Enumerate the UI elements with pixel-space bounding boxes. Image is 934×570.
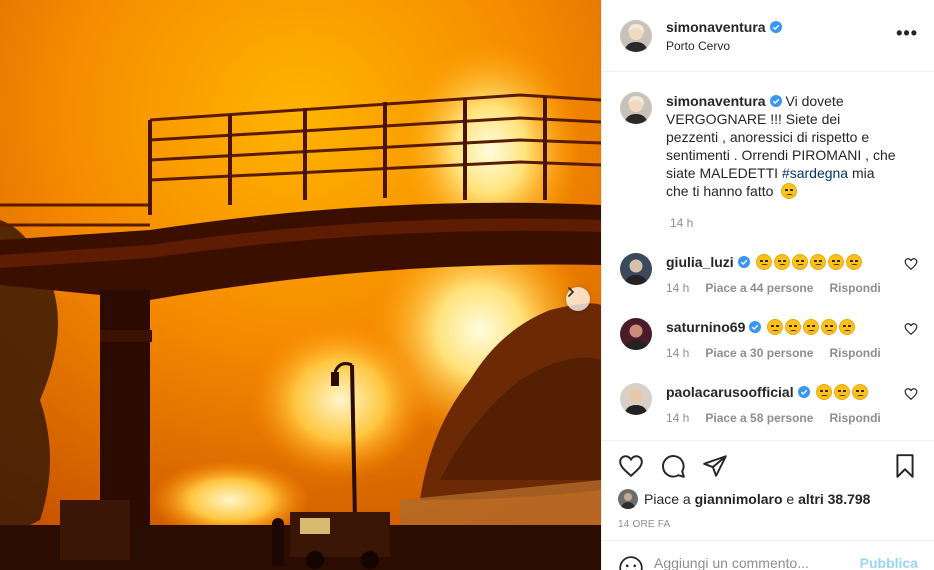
- comment-item: saturnino69 14 h Piace a 30 persone Risp…: [620, 318, 918, 360]
- reply-button[interactable]: Rispondi: [829, 346, 880, 360]
- verified-badge-icon: [749, 321, 762, 333]
- comment-likes[interactable]: Piace a 58 persone: [705, 411, 813, 425]
- reply-button[interactable]: Rispondi: [829, 411, 880, 425]
- instagram-post: simonaventura Porto Cervo ••• simonavent…: [0, 0, 934, 570]
- frowning-face-icon: [803, 319, 820, 335]
- bookmark-icon[interactable]: [892, 453, 918, 479]
- post-timestamp[interactable]: 14 ORE FA: [618, 519, 918, 530]
- comment-item: paolacarusoofficial 14 h Piace a 58 pers…: [620, 383, 918, 425]
- username-link[interactable]: simonaventura: [666, 19, 766, 35]
- comment-likes[interactable]: Piace a 44 persone: [705, 281, 813, 295]
- reply-button[interactable]: Rispondi: [829, 281, 880, 295]
- comment-meta: 14 h Piace a 58 persone Rispondi: [666, 411, 918, 425]
- comment-time[interactable]: 14 h: [666, 346, 689, 360]
- likes-middle: e: [786, 491, 795, 507]
- verified-badge-icon: [797, 386, 810, 398]
- location-link[interactable]: Porto Cervo: [666, 39, 896, 53]
- frowning-face-icon: [821, 319, 838, 335]
- comment-icon[interactable]: [660, 453, 686, 479]
- profile-photo-icon: [618, 489, 638, 509]
- comment-username[interactable]: saturnino69: [666, 318, 745, 336]
- header-text: simonaventura Porto Cervo: [666, 19, 896, 53]
- frowning-face-icon: [833, 384, 850, 400]
- liker-username[interactable]: giannimolaro: [695, 491, 783, 507]
- comment-line: giulia_luzi: [666, 253, 918, 271]
- add-comment-bar: Aggiungi un commento... Pubblica: [602, 540, 934, 570]
- comment-line: paolacarusoofficial: [666, 383, 918, 401]
- next-image-button[interactable]: [566, 287, 590, 311]
- avatar[interactable]: [620, 318, 652, 350]
- caption: simonaventura Vi dovete VERGOGNARE !!! S…: [620, 92, 918, 200]
- hashtag-link[interactable]: #sardegna: [782, 165, 848, 181]
- frowning-face-icon: [851, 384, 868, 400]
- liker-avatar[interactable]: [618, 489, 638, 509]
- comment-like-heart-icon[interactable]: [904, 387, 918, 401]
- avatar[interactable]: [620, 92, 652, 124]
- publish-button[interactable]: Pubblica: [860, 555, 918, 570]
- disappointed-face-icon: [827, 254, 844, 270]
- verified-badge-icon: [769, 20, 782, 33]
- verified-badge-icon: [769, 95, 782, 107]
- action-bar: [618, 451, 918, 481]
- disappointed-face-icon: [773, 254, 790, 270]
- likes-summary: Piace a giannimolaro e altri 38.798: [618, 489, 918, 509]
- profile-photo-icon: [620, 92, 652, 124]
- comment-likes[interactable]: Piace a 30 persone: [705, 346, 813, 360]
- frowning-face-icon: [781, 183, 798, 199]
- actions-section: Piace a giannimolaro e altri 38.798 14 O…: [602, 440, 934, 540]
- caption-time[interactable]: 14 h: [670, 216, 918, 230]
- disappointed-face-icon: [845, 254, 862, 270]
- more-options-button[interactable]: •••: [896, 24, 918, 44]
- disappointed-face-icon: [755, 254, 772, 270]
- emoji-picker-icon[interactable]: [618, 555, 644, 570]
- frowning-face-icon: [839, 319, 856, 335]
- chevron-right-icon: [568, 287, 575, 297]
- profile-photo-icon: [620, 253, 652, 285]
- post-header: simonaventura Porto Cervo •••: [602, 0, 934, 72]
- disappointed-face-icon: [809, 254, 826, 270]
- comment-time[interactable]: 14 h: [666, 411, 689, 425]
- comment-list: giulia_luzi 14 h Piace a 44 persone Risp…: [620, 253, 918, 425]
- comment-time[interactable]: 14 h: [666, 281, 689, 295]
- avatar[interactable]: [620, 383, 652, 415]
- profile-photo-icon: [620, 19, 652, 52]
- comment-meta: 14 h Piace a 44 persone Rispondi: [666, 281, 918, 295]
- likes-others[interactable]: altri 38.798: [798, 491, 870, 507]
- comment-username[interactable]: paolacarusoofficial: [666, 383, 794, 401]
- frowning-face-icon: [785, 319, 802, 335]
- comment-line: saturnino69: [666, 318, 918, 336]
- comment-meta: 14 h Piace a 30 persone Rispondi: [666, 346, 918, 360]
- like-heart-icon[interactable]: [618, 453, 644, 479]
- post-sidebar: simonaventura Porto Cervo ••• simonavent…: [601, 0, 934, 570]
- comment-body: giulia_luzi 14 h Piace a 44 persone Risp…: [666, 253, 918, 295]
- caption-username[interactable]: simonaventura: [666, 93, 766, 109]
- comment-emojis: [755, 254, 864, 270]
- comment-item: giulia_luzi 14 h Piace a 44 persone Risp…: [620, 253, 918, 295]
- comment-username[interactable]: giulia_luzi: [666, 253, 734, 271]
- likes-prefix: Piace a: [644, 491, 691, 507]
- post-image[interactable]: [0, 0, 601, 570]
- verified-badge-icon: [737, 256, 750, 268]
- profile-photo-icon: [620, 383, 652, 415]
- disappointed-face-icon: [791, 254, 808, 270]
- frowning-face-icon: [767, 319, 784, 335]
- comment-emojis: [767, 319, 857, 335]
- comment-like-heart-icon[interactable]: [904, 257, 918, 271]
- comment-body: paolacarusoofficial 14 h Piace a 58 pers…: [666, 383, 918, 425]
- comment-emojis: [815, 384, 870, 400]
- wildfire-photo: [0, 0, 601, 570]
- caption-text: simonaventura Vi dovete VERGOGNARE !!! S…: [666, 92, 896, 200]
- comment-body: saturnino69 14 h Piace a 30 persone Risp…: [666, 318, 918, 360]
- avatar[interactable]: [620, 253, 652, 285]
- share-icon[interactable]: [702, 453, 728, 479]
- frowning-face-icon: [815, 384, 832, 400]
- profile-photo-icon: [620, 318, 652, 350]
- comment-like-heart-icon[interactable]: [904, 322, 918, 336]
- avatar[interactable]: [620, 19, 652, 52]
- comments-section: simonaventura Vi dovete VERGOGNARE !!! S…: [602, 72, 934, 440]
- header-username[interactable]: simonaventura: [666, 19, 782, 35]
- comment-input[interactable]: Aggiungi un commento...: [654, 555, 860, 570]
